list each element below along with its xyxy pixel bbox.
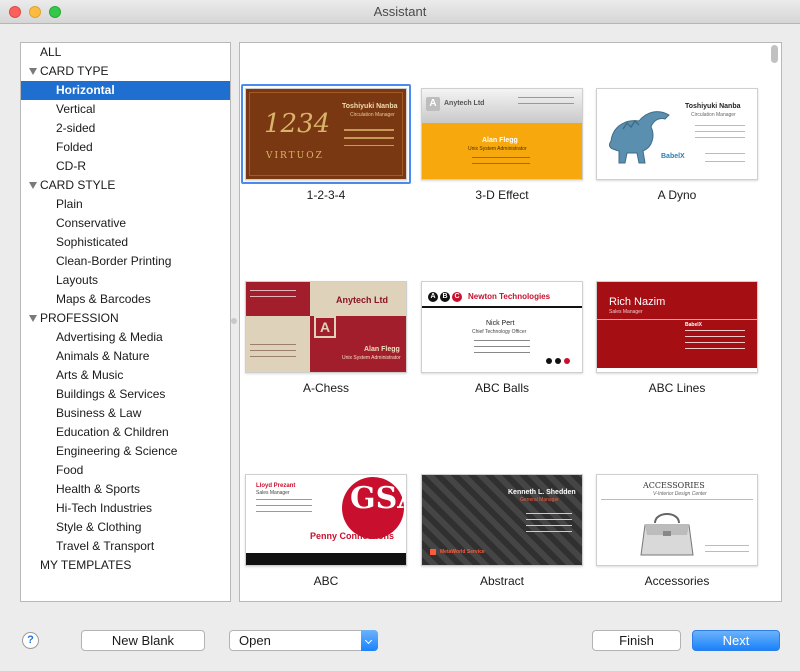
template-name: 3-D Effect <box>475 188 529 202</box>
sidebar-item-food[interactable]: Food <box>21 461 230 480</box>
sidebar-item-label: CARD TYPE <box>40 64 109 78</box>
sidebar-item-label: Education & Children <box>56 425 169 439</box>
sidebar-item-vertical[interactable]: Vertical <box>21 100 230 119</box>
sidebar-item-engineering-science[interactable]: Engineering & Science <box>21 442 230 461</box>
sidebar-item-cd-r[interactable]: CD-R <box>21 157 230 176</box>
sidebar-item-maps-barcodes[interactable]: Maps & Barcodes <box>21 290 230 309</box>
help-button[interactable]: ? <box>22 632 39 649</box>
template-thumbnail: GSA Lloyd Prezant Sales Manager Penny Co… <box>245 474 407 566</box>
template-name: ABC Lines <box>648 381 706 395</box>
sidebar-item-arts-music[interactable]: Arts & Music <box>21 366 230 385</box>
sidebar-item-health-sports[interactable]: Health & Sports <box>21 480 230 499</box>
template-name: 1-2-3-4 <box>306 188 346 202</box>
template-thumbnail: Kenneth L. Shedden General Manager MetaW… <box>421 474 583 566</box>
sidebar-item-all[interactable]: ALL <box>21 43 230 62</box>
template-name: ABC <box>313 574 339 588</box>
disclosure-triangle-icon[interactable] <box>29 315 37 322</box>
chevron-down-icon[interactable] <box>361 630 378 651</box>
open-recent-select[interactable]: Open <box>229 630 378 651</box>
sidebar-item-business-law[interactable]: Business & Law <box>21 404 230 423</box>
new-blank-button[interactable]: New Blank <box>81 630 205 651</box>
sidebar-item-label: Advertising & Media <box>56 330 163 344</box>
sidebar-item-label: Horizontal <box>56 83 115 97</box>
template-thumbnail: Toshiyuki Nanba Circulation Manager Babe… <box>596 88 758 180</box>
sidebar-item-label: Style & Clothing <box>56 520 142 534</box>
sidebar-item-sophisticated[interactable]: Sophisticated <box>21 233 230 252</box>
template-thumbnail: Rich Nazim Sales Manager BabelX <box>596 281 758 373</box>
sidebar-item-travel-transport[interactable]: Travel & Transport <box>21 537 230 556</box>
sidebar-item-label: Hi-Tech Industries <box>56 501 153 515</box>
sidebar-item-label: Travel & Transport <box>56 539 155 553</box>
sidebar-item-folded[interactable]: Folded <box>21 138 230 157</box>
sidebar-item-label: Clean-Border Printing <box>56 254 172 268</box>
sidebar-item-animals-nature[interactable]: Animals & Nature <box>21 347 230 366</box>
sidebar-group-card-type[interactable]: CARD TYPE <box>21 62 230 81</box>
sidebar-item-label: 2-sided <box>56 121 96 135</box>
sidebar-item-label: Engineering & Science <box>56 444 178 458</box>
gallery-scrollbar[interactable] <box>771 45 778 63</box>
disclosure-triangle-icon[interactable] <box>29 182 37 189</box>
sidebar-item-style-clothing[interactable]: Style & Clothing <box>21 518 230 537</box>
sidebar-item-label: Arts & Music <box>56 368 124 382</box>
sidebar-item-label: Sophisticated <box>56 235 129 249</box>
template-thumbnail: ACCESSORIES V-Interior Design Center <box>596 474 758 566</box>
template-name: ABC Balls <box>474 381 530 395</box>
sidebar-item-label: Food <box>56 463 84 477</box>
sidebar-item-conservative[interactable]: Conservative <box>21 214 230 233</box>
title-bar: Assistant <box>0 0 800 24</box>
disclosure-triangle-icon[interactable] <box>29 68 37 75</box>
sidebar-item-advertising-media[interactable]: Advertising & Media <box>21 328 230 347</box>
open-select-value: Open <box>239 633 271 648</box>
sidebar-item-label: Conservative <box>56 216 127 230</box>
window-title: Assistant <box>373 4 427 19</box>
sidebar-item-clean-border-printing[interactable]: Clean-Border Printing <box>21 252 230 271</box>
template-name: Abstract <box>479 574 524 588</box>
sidebar-item-label: Vertical <box>56 102 96 116</box>
sidebar-item-label: ALL <box>40 45 62 59</box>
sidebar-item-label: CD-R <box>56 159 86 173</box>
category-sidebar: ALL CARD TYPE Horizontal Vertical 2-side… <box>20 42 231 602</box>
sidebar-item-label: Layouts <box>56 273 99 287</box>
next-button[interactable]: Next <box>692 630 780 651</box>
sidebar-item-2-sided[interactable]: 2-sided <box>21 119 230 138</box>
sidebar-item-hi-tech-industries[interactable]: Hi-Tech Industries <box>21 499 230 518</box>
split-view-divider-handle[interactable] <box>231 318 237 324</box>
sidebar-item-my-templates[interactable]: MY TEMPLATES <box>21 556 230 575</box>
template-name: Accessories <box>644 574 710 588</box>
template-thumbnail: Anytech Ltd A Alan Flegg Unix System Adm… <box>245 281 407 373</box>
template-name: A Dyno <box>657 188 697 202</box>
sidebar-item-plain[interactable]: Plain <box>21 195 230 214</box>
sidebar-item-label: MY TEMPLATES <box>40 558 132 572</box>
sidebar-item-label: Maps & Barcodes <box>56 292 151 306</box>
sidebar-group-card-style[interactable]: CARD STYLE <box>21 176 230 195</box>
template-name: A-Chess <box>302 381 349 395</box>
handbag-icon <box>640 513 694 556</box>
sidebar-item-buildings-services[interactable]: Buildings & Services <box>21 385 230 404</box>
sidebar-item-label: Buildings & Services <box>56 387 166 401</box>
sidebar-item-education-children[interactable]: Education & Children <box>21 423 230 442</box>
sidebar-item-label: Business & Law <box>56 406 142 420</box>
finish-button[interactable]: Finish <box>592 630 681 651</box>
template-gallery: 1234 VIRTUOZ Toshiyuki Nanba Circulation… <box>239 42 782 602</box>
sidebar-item-label: Animals & Nature <box>56 349 150 363</box>
sidebar-item-label: Folded <box>56 140 93 154</box>
template-thumbnail: A B C Newton Technologies Nick Pert Chie… <box>421 281 583 373</box>
template-thumbnail: 1234 VIRTUOZ Toshiyuki Nanba Circulation… <box>245 88 407 180</box>
sidebar-item-label: Plain <box>56 197 83 211</box>
sidebar-item-label: PROFESSION <box>40 311 119 325</box>
sidebar-item-horizontal[interactable]: Horizontal <box>21 81 230 100</box>
sidebar-item-label: CARD STYLE <box>40 178 116 192</box>
sidebar-group-profession[interactable]: PROFESSION <box>21 309 230 328</box>
sidebar-item-layouts[interactable]: Layouts <box>21 271 230 290</box>
template-thumbnail: A Anytech Ltd Alan Flegg Unix System Adm… <box>421 88 583 180</box>
sidebar-item-label: Health & Sports <box>56 482 141 496</box>
